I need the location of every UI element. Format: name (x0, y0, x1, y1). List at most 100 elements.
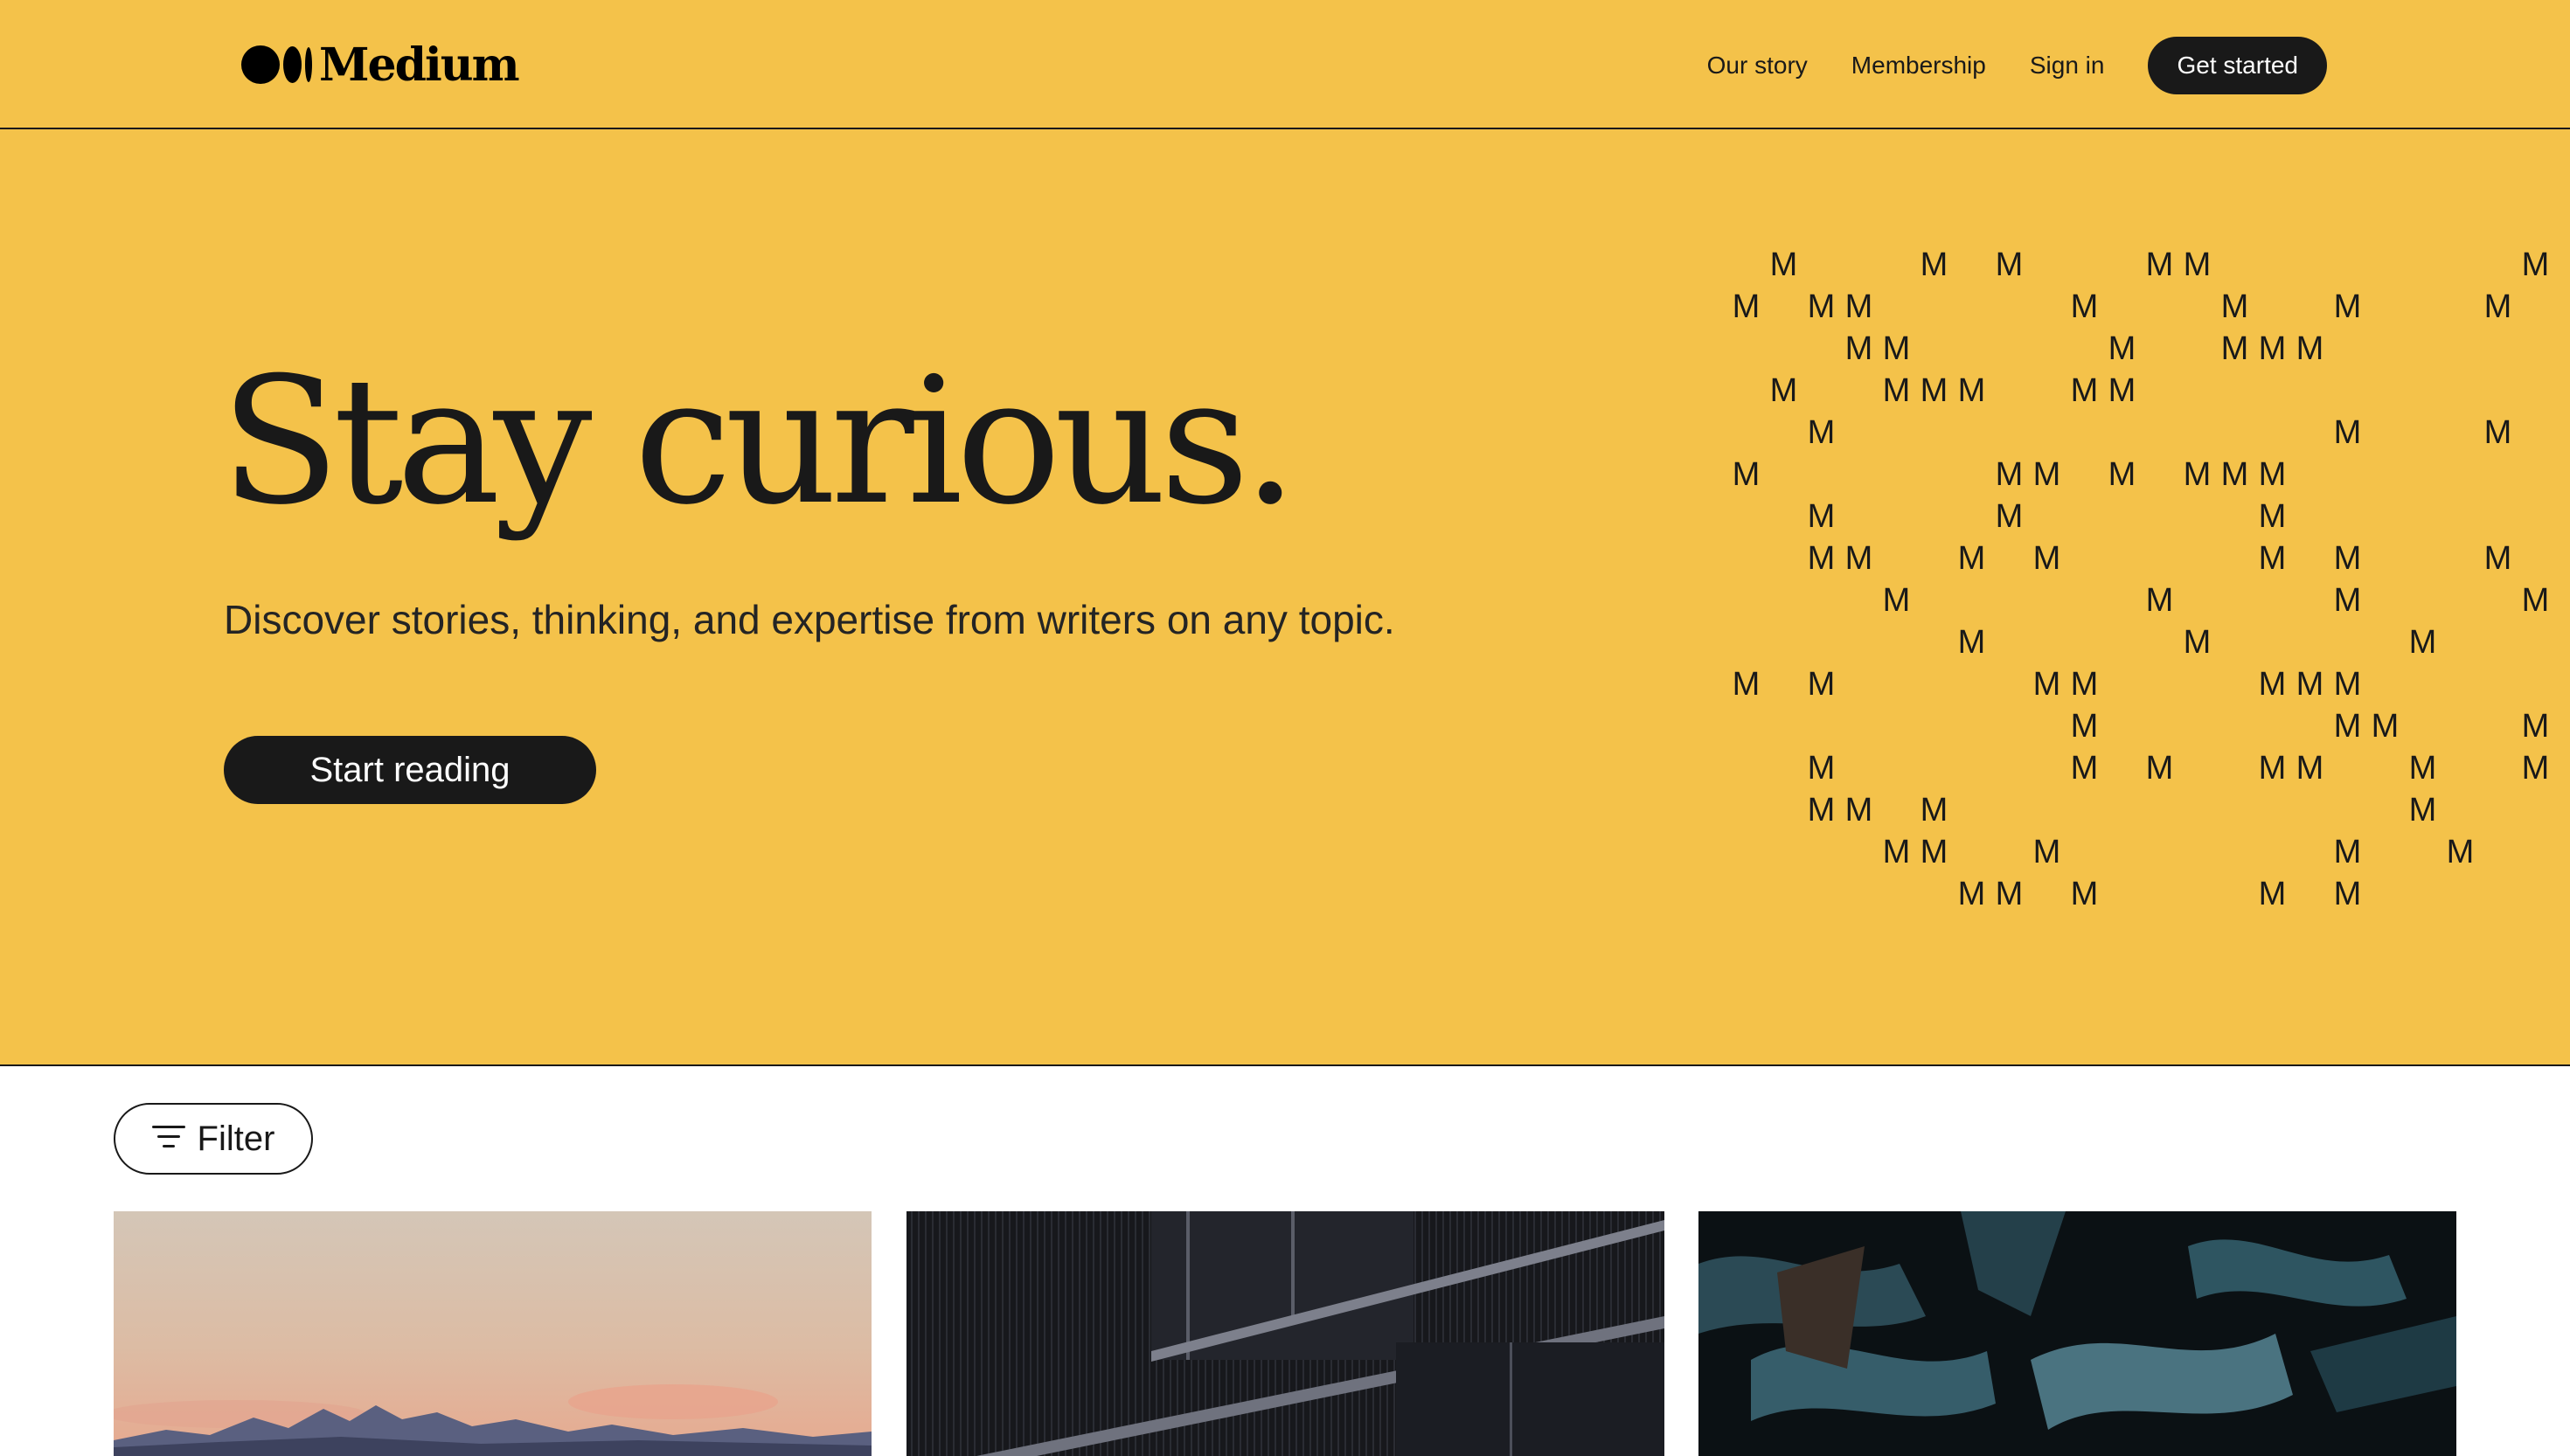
medium-logo-icon (241, 45, 312, 84)
pattern-m-glyph: M (1882, 372, 1911, 409)
pattern-m-glyph: M (2145, 750, 2174, 787)
pattern-m-glyph: M (2408, 750, 2437, 787)
start-reading-button[interactable]: Start reading (224, 736, 596, 804)
pattern-m-glyph: M (2108, 456, 2136, 493)
pattern-m-glyph: M (1844, 540, 1873, 577)
pattern-m-glyph: M (2333, 876, 2362, 912)
pattern-m-glyph: M (1920, 792, 1948, 829)
pattern-m-glyph: M (1844, 288, 1873, 325)
pattern-m-glyph: M (1920, 834, 1948, 870)
pattern-m-glyph: M (2333, 414, 2362, 451)
pattern-m-glyph: M (2296, 750, 2324, 787)
pattern-m-glyph: M (2333, 834, 2362, 870)
pattern-m-glyph: M (2483, 540, 2512, 577)
pattern-m-glyph: M (1920, 372, 1948, 409)
filter-label: Filter (197, 1119, 275, 1158)
pattern-m-glyph: M (2070, 750, 2099, 787)
nav-link-sign-in[interactable]: Sign in (2030, 52, 2105, 80)
mountain-sunset-image[interactable] (114, 1211, 872, 1456)
hero-title: Stay curious. (220, 340, 1298, 544)
pattern-m-glyph: M (1769, 246, 1798, 283)
pattern-m-glyph: M (1807, 540, 1836, 577)
pattern-m-glyph: M (2446, 834, 2475, 870)
pattern-m-glyph: M (1732, 288, 1761, 325)
get-started-button[interactable]: Get started (2148, 37, 2327, 94)
header-nav: Our story Membership Sign in Get started (1707, 37, 2327, 94)
pattern-m-glyph: M (1882, 834, 1911, 870)
pattern-m-glyph: M (2333, 540, 2362, 577)
abstract-shapes-image[interactable] (1698, 1211, 2456, 1456)
pattern-m-glyph: M (2032, 834, 2061, 870)
pattern-m-glyph: M (2032, 540, 2061, 577)
pattern-m-glyph: M (1807, 750, 1836, 787)
pattern-m-glyph: M (1732, 456, 1761, 493)
pattern-m-glyph: M (2296, 330, 2324, 367)
pattern-m-glyph: M (1732, 666, 1761, 703)
pattern-m-glyph: M (2258, 540, 2287, 577)
pattern-m-glyph: M (2070, 708, 2099, 745)
pattern-m-glyph: M (1957, 372, 1986, 409)
hero-subtitle: Discover stories, thinking, and expertis… (224, 597, 1395, 642)
pattern-m-glyph: M (2521, 582, 2550, 619)
pattern-m-glyph: M (2333, 582, 2362, 619)
pattern-m-glyph: M (2108, 330, 2136, 367)
pattern-m-glyph: M (1807, 666, 1836, 703)
pattern-m-glyph: M (2108, 372, 2136, 409)
pattern-m-glyph: M (2070, 666, 2099, 703)
pattern-m-glyph: M (1769, 372, 1798, 409)
pattern-m-glyph: M (1957, 876, 1986, 912)
pattern-m-glyph: M (2145, 246, 2174, 283)
pattern-m-glyph: M (2296, 666, 2324, 703)
pattern-m-glyph: M (1807, 498, 1836, 535)
pattern-m-glyph: M (2258, 876, 2287, 912)
pattern-m-glyph: M (2183, 456, 2212, 493)
pattern-m-glyph: M (2258, 456, 2287, 493)
pattern-m-glyph: M (2258, 330, 2287, 367)
pattern-m-glyph: M (2521, 708, 2550, 745)
logo-text: Medium (319, 38, 520, 92)
pattern-m-glyph: M (2183, 246, 2212, 283)
pattern-m-glyph: M (1995, 246, 2024, 283)
pattern-m-glyph: M (2220, 330, 2249, 367)
hero-section: Stay curious. Discover stories, thinking… (0, 129, 2570, 1066)
pattern-m-glyph: M (2070, 372, 2099, 409)
pattern-m-glyph: M (2521, 750, 2550, 787)
pattern-m-glyph: M (2483, 288, 2512, 325)
pattern-m-glyph: M (1882, 582, 1911, 619)
filter-button[interactable]: Filter (114, 1103, 313, 1175)
pattern-m-glyph: M (1807, 288, 1836, 325)
pattern-m-glyph: M (2258, 750, 2287, 787)
pattern-m-glyph: M (2032, 456, 2061, 493)
pattern-m-glyph: M (1957, 540, 1986, 577)
m-pattern-decoration: MMMMMMMMMMMMMMMMMMMMMMMMMMMMMMMMMMMMMMMM… (1727, 248, 2570, 930)
pattern-m-glyph: M (2408, 624, 2437, 661)
pattern-m-glyph: M (1995, 498, 2024, 535)
filter-icon (151, 1124, 185, 1154)
pattern-m-glyph: M (2521, 246, 2550, 283)
pattern-m-glyph: M (2220, 456, 2249, 493)
pattern-m-glyph: M (1995, 456, 2024, 493)
pattern-m-glyph: M (2070, 288, 2099, 325)
pattern-m-glyph: M (1957, 624, 1986, 661)
nav-link-membership[interactable]: Membership (1851, 52, 1986, 80)
top-navigation-bar: Medium Our story Membership Sign in Get … (0, 0, 2570, 129)
pattern-m-glyph: M (1882, 330, 1911, 367)
pattern-m-glyph: M (2032, 666, 2061, 703)
pattern-m-glyph: M (2258, 498, 2287, 535)
pattern-m-glyph: M (2333, 708, 2362, 745)
pattern-m-glyph: M (2333, 666, 2362, 703)
pattern-m-glyph: M (2258, 666, 2287, 703)
building-facade-image[interactable] (906, 1211, 1664, 1456)
pattern-m-glyph: M (2220, 288, 2249, 325)
nav-link-our-story[interactable]: Our story (1707, 52, 1808, 80)
pattern-m-glyph: M (1807, 792, 1836, 829)
pattern-m-glyph: M (1920, 246, 1948, 283)
pattern-m-glyph: M (2145, 582, 2174, 619)
pattern-m-glyph: M (1844, 792, 1873, 829)
pattern-m-glyph: M (2483, 414, 2512, 451)
medium-logo[interactable]: Medium (241, 35, 520, 94)
pattern-m-glyph: M (1807, 414, 1836, 451)
pattern-m-glyph: M (2183, 624, 2212, 661)
pattern-m-glyph: M (1995, 876, 2024, 912)
pattern-m-glyph: M (2333, 288, 2362, 325)
